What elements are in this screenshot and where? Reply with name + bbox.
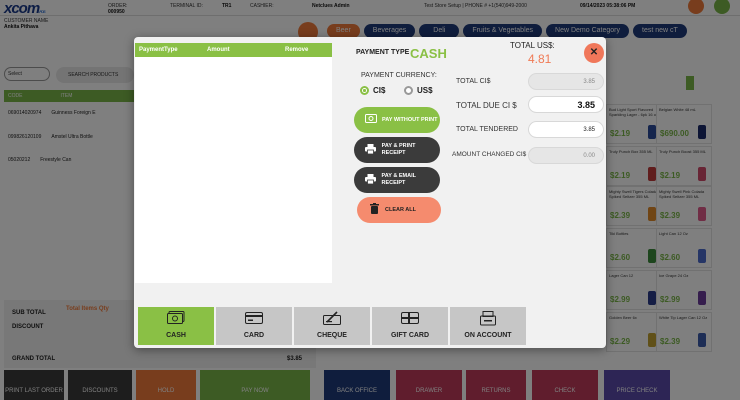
currency-radio-usd[interactable]: US$	[404, 86, 433, 95]
total-due-label: TOTAL DUE CI $	[456, 101, 517, 110]
total-usd-label: TOTAL US$:	[510, 41, 555, 50]
currency-ci-label: CI$	[373, 86, 386, 95]
method-cash[interactable]: CASH	[138, 307, 214, 345]
method-card[interactable]: CARD	[216, 307, 292, 345]
total-tendered-input[interactable]: 3.85	[528, 121, 604, 138]
clear-all-button[interactable]: CLEAR ALL	[357, 197, 441, 223]
amount-changed-field: 0.00	[528, 147, 604, 164]
printer-icon	[360, 173, 382, 187]
close-icon: ✕	[589, 47, 599, 58]
payment-type-value: CASH	[410, 46, 447, 61]
radio-selected-icon	[360, 86, 369, 95]
method-on-account[interactable]: ON ACCOUNT	[450, 307, 526, 345]
method-gift-card[interactable]: GIFT CARD	[372, 307, 448, 345]
payment-currency-label: PAYMENT CURRENCY:	[361, 72, 437, 79]
total-ci-field: 3.85	[528, 73, 604, 90]
payments-table: PaymentType Amount Remove	[135, 43, 332, 283]
account-icon	[450, 311, 526, 329]
col-amount: Amount	[207, 47, 230, 53]
pay-without-print-button[interactable]: PAY WITHOUT PRINT	[354, 107, 440, 133]
total-usd-value: 4.81	[528, 52, 552, 66]
payment-methods: CASH CARD CHEQUE GIFT CARD ON ACCOUNT	[138, 307, 526, 345]
total-due-field: 3.85	[528, 96, 604, 113]
close-button[interactable]: ✕	[584, 43, 604, 63]
method-cheque[interactable]: CHEQUE	[294, 307, 370, 345]
trash-icon	[363, 203, 385, 217]
currency-usd-label: US$	[417, 86, 433, 95]
card-icon	[216, 311, 292, 327]
payment-modal: PaymentType Amount Remove PAYMENT TYPE C…	[134, 37, 606, 348]
amount-changed-label: AMOUNT CHANGED CI$	[452, 151, 527, 158]
total-tendered-label: TOTAL TENDERED	[456, 126, 518, 133]
col-payment-type: PaymentType	[139, 47, 178, 53]
currency-radio-ci[interactable]: CI$	[360, 86, 385, 95]
radio-unselected-icon	[404, 86, 413, 95]
payment-type-label: PAYMENT TYPE	[356, 49, 410, 56]
pay-print-receipt-button[interactable]: PAY & PRINT RECEIPT	[354, 137, 440, 163]
total-ci-label: TOTAL CI$	[456, 78, 491, 85]
printer-icon	[360, 143, 382, 157]
col-remove: Remove	[285, 47, 309, 53]
payments-table-header: PaymentType Amount Remove	[135, 43, 332, 57]
cash-icon	[138, 311, 214, 327]
gift-card-icon	[372, 311, 448, 327]
cheque-icon	[294, 311, 370, 328]
cash-icon	[360, 114, 382, 126]
pay-email-receipt-button[interactable]: PAY & EMAIL RECEIPT	[354, 167, 440, 193]
